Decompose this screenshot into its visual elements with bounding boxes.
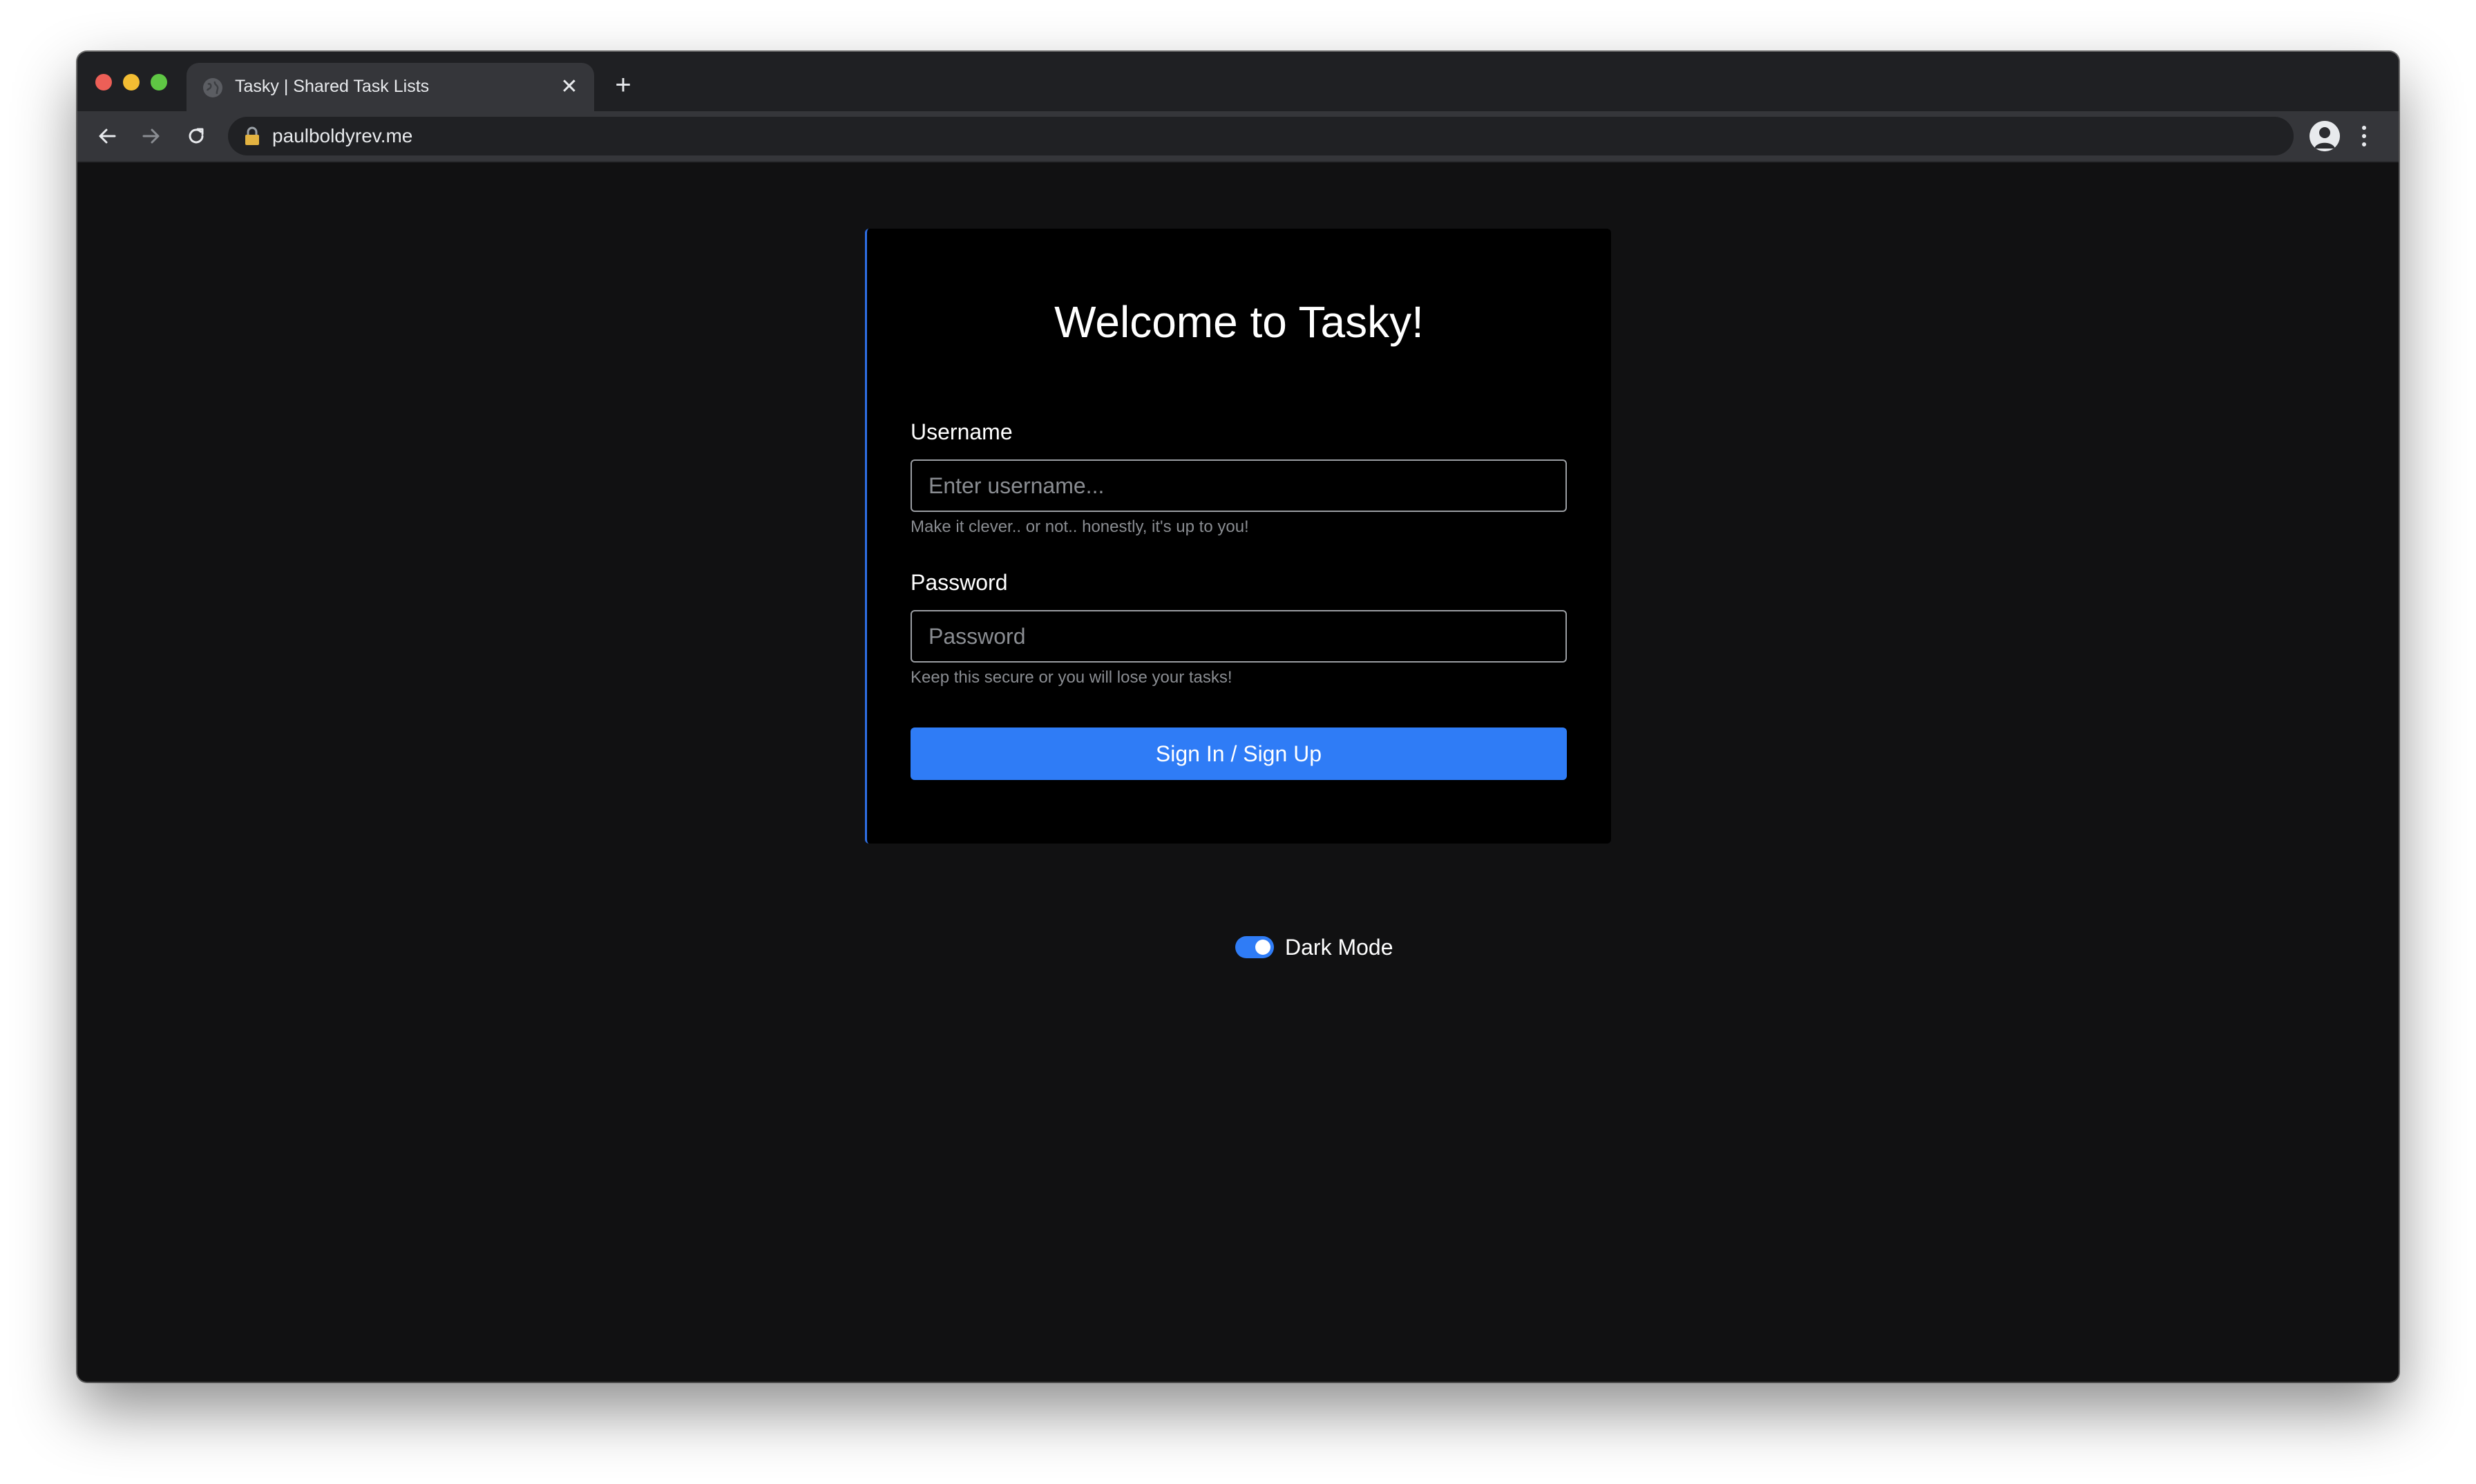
- browser-tab-active[interactable]: Tasky | Shared Task Lists ✕: [187, 63, 594, 111]
- username-input[interactable]: [911, 459, 1567, 512]
- sign-in-sign-up-button[interactable]: Sign In / Sign Up: [911, 727, 1567, 780]
- maximize-window-button[interactable]: [151, 74, 167, 91]
- browser-window: Tasky | Shared Task Lists ✕ + paulboldyr…: [77, 52, 2399, 1382]
- address-bar[interactable]: paulboldyrev.me: [228, 117, 2294, 155]
- globe-icon: [203, 78, 222, 97]
- login-card: Welcome to Tasky! Username Make it cleve…: [865, 229, 1611, 844]
- kebab-menu-icon[interactable]: [2356, 121, 2372, 151]
- dark-mode-switch[interactable]: [1235, 936, 1274, 958]
- arrow-left-icon[interactable]: [91, 120, 124, 153]
- dark-mode-toggle[interactable]: Dark Mode: [1235, 932, 1393, 962]
- arrow-right-icon[interactable]: [135, 120, 168, 153]
- password-input[interactable]: [911, 610, 1567, 663]
- minimize-window-button[interactable]: [123, 74, 140, 91]
- browser-toolbar: paulboldyrev.me: [77, 111, 2399, 162]
- close-window-button[interactable]: [95, 74, 112, 91]
- url-text: paulboldyrev.me: [272, 125, 413, 146]
- username-help-text: Make it clever.. or not.. honestly, it's…: [911, 517, 1249, 536]
- page-title: Welcome to Tasky!: [1054, 297, 1424, 347]
- tab-strip: Tasky | Shared Task Lists ✕ +: [77, 52, 2399, 111]
- username-label: Username: [911, 419, 1013, 444]
- reload-icon[interactable]: [180, 120, 213, 153]
- password-label: Password: [911, 570, 1008, 595]
- switch-knob: [1255, 940, 1270, 955]
- tab-title: Tasky | Shared Task Lists: [235, 77, 430, 96]
- dark-mode-label: Dark Mode: [1285, 934, 1393, 960]
- page-content: Welcome to Tasky! Username Make it cleve…: [77, 162, 2399, 1382]
- new-tab-button[interactable]: +: [609, 71, 637, 100]
- password-help-text: Keep this secure or you will lose your t…: [911, 668, 1232, 687]
- avatar-icon[interactable]: [2310, 121, 2340, 151]
- close-tab-icon[interactable]: ✕: [557, 75, 582, 99]
- lock-icon[interactable]: [243, 126, 261, 146]
